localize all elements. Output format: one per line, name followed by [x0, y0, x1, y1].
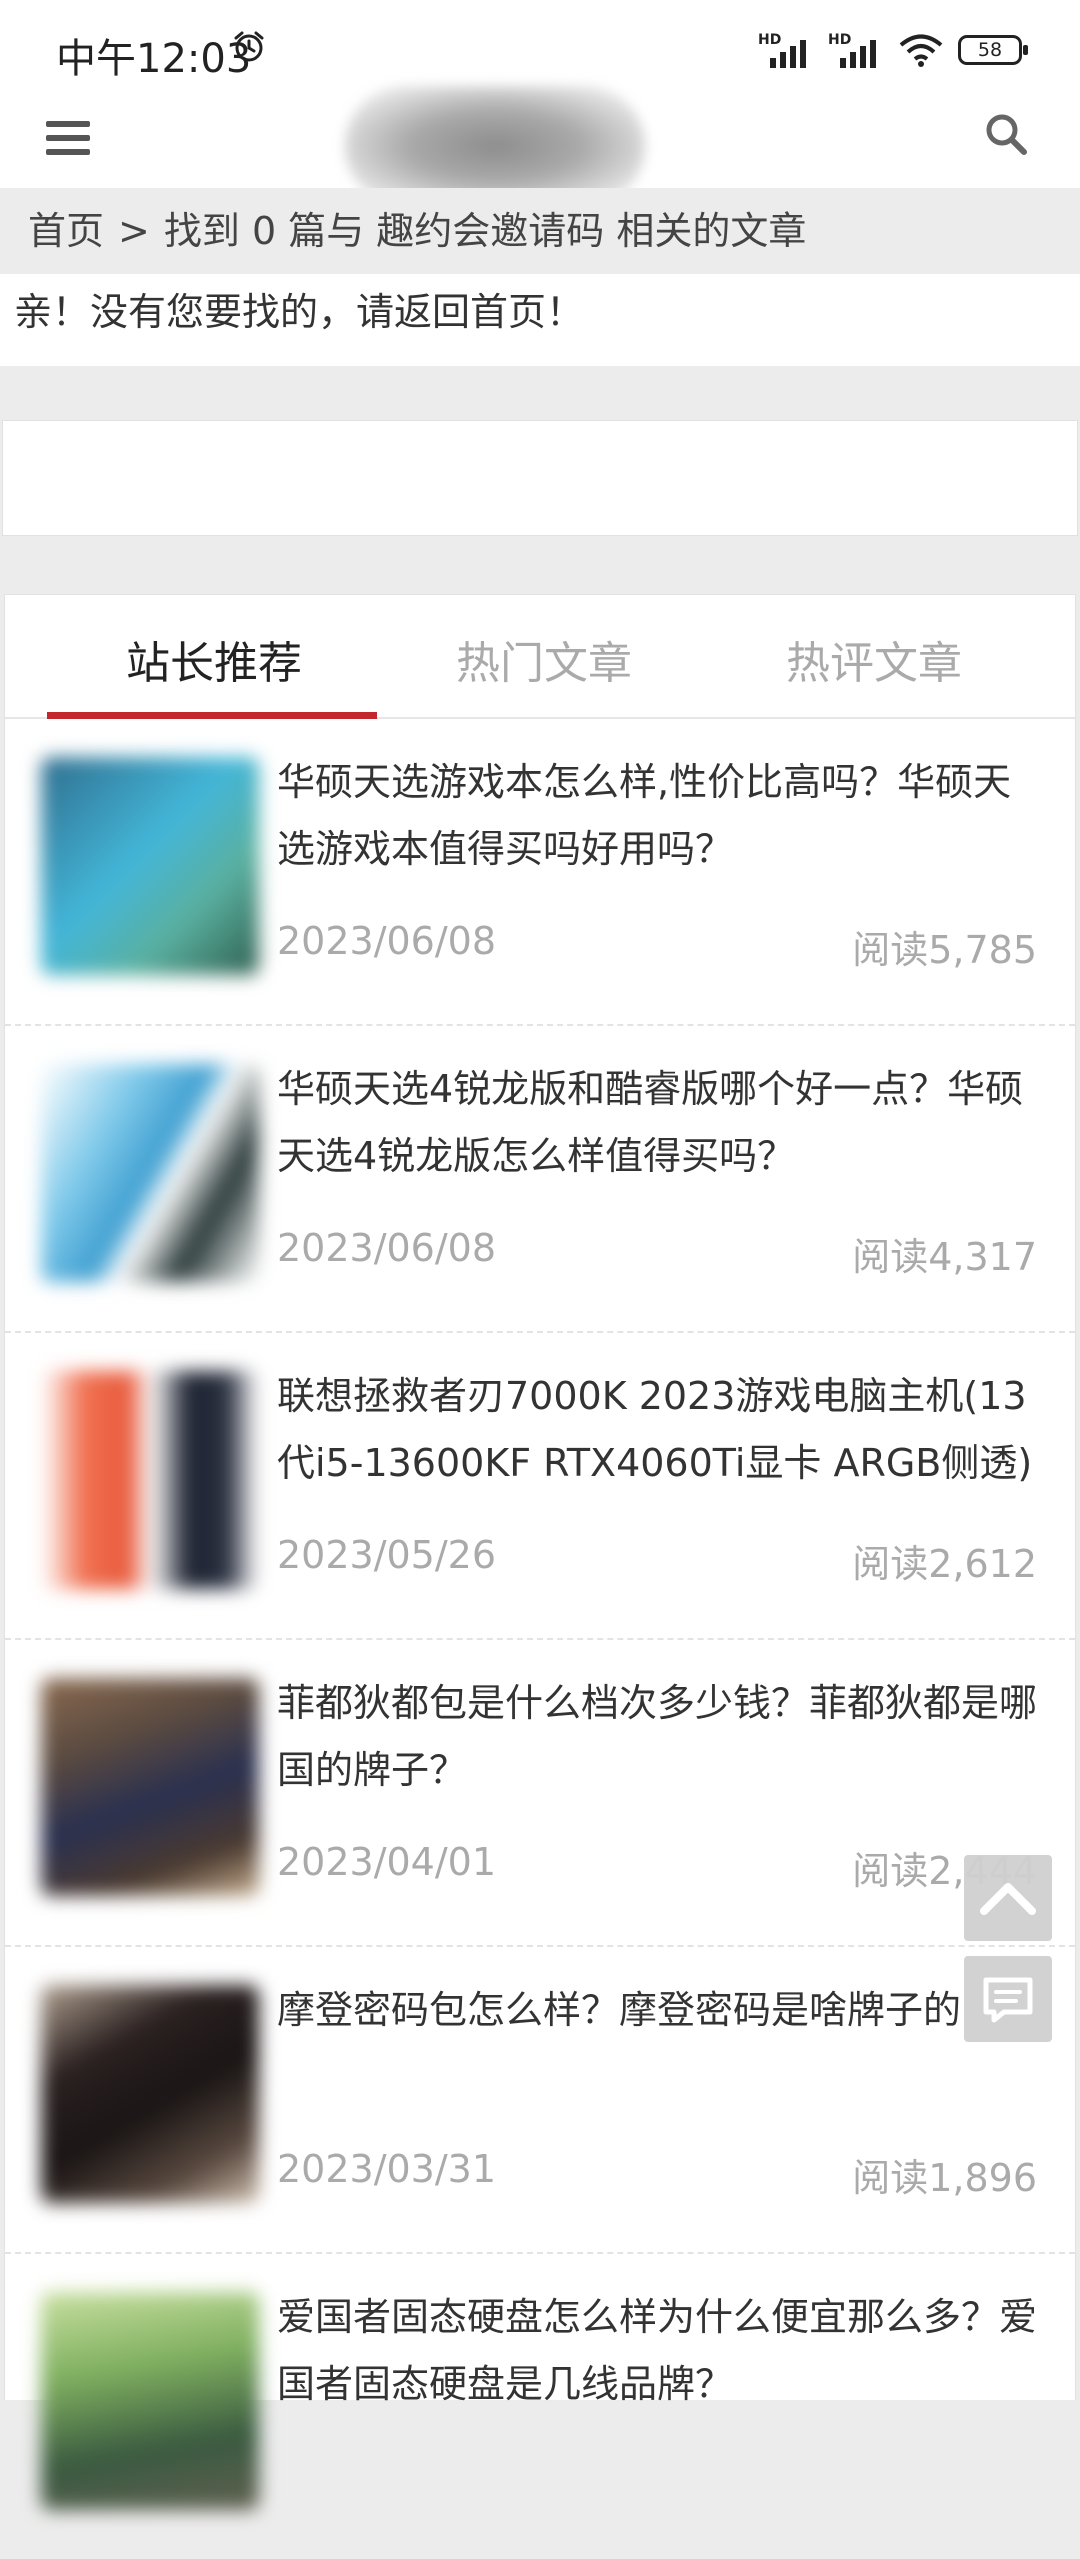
article-date: 2023/03/31 [277, 2147, 497, 2191]
article-item[interactable]: 联想拯救者刃7000K 2023游戏电脑主机(13代i5-13600KF RTX… [5, 1333, 1075, 1640]
status-bar: 中午12:03 HD HD 58 [0, 0, 1080, 96]
active-tab-indicator [47, 712, 377, 719]
empty-panel [2, 420, 1078, 536]
article-date: 2023/04/01 [277, 1840, 497, 1884]
article-item[interactable]: 华硕天选游戏本怎么样,性价比高吗？华硕天选游戏本值得买吗好用吗？ 2023/06… [5, 719, 1075, 1026]
breadcrumb-home-link[interactable]: 首页 [28, 209, 104, 253]
article-date: 2023/05/26 [277, 1533, 497, 1577]
site-header [0, 86, 1080, 206]
article-title[interactable]: 爱国者固态硬盘怎么样为什么便宜那么多？爱国者固态硬盘是几线品牌？ [277, 2284, 1037, 2418]
status-time: 中午12:03 [56, 36, 252, 82]
back-to-top-button[interactable] [964, 1855, 1052, 1941]
not-found-message: 亲！没有您要找的，请返回首页！ [0, 274, 1080, 366]
article-read-count: 阅读4,317 [852, 1235, 1037, 1279]
battery-icon: 58 [958, 35, 1028, 65]
breadcrumb-current: 找到 0 篇与 趣约会邀请码 相关的文章 [163, 209, 807, 253]
article-date: 2023/06/08 [277, 1226, 497, 1270]
article-title[interactable]: 联想拯救者刃7000K 2023游戏电脑主机(13代i5-13600KF RTX… [277, 1363, 1037, 1497]
article-read-count: 阅读5,785 [852, 928, 1037, 972]
article-title[interactable]: 华硕天选4锐龙版和酷睿版哪个好一点？华硕天选4锐龙版怎么样值得买吗？ [277, 1056, 1037, 1190]
breadcrumb: 首页 > 找到 0 篇与 趣约会邀请码 相关的文章 [0, 188, 1080, 274]
article-thumbnail[interactable] [41, 757, 259, 975]
hamburger-menu-icon[interactable] [46, 116, 90, 160]
article-title[interactable]: 摩登密码包怎么样？摩登密码是啥牌子的 [277, 1977, 1037, 2044]
wifi-icon [899, 34, 943, 67]
signal-icon: HD [828, 32, 884, 68]
tab-bar: 站长推荐 热门文章 热评文章 [5, 595, 1075, 719]
article-date: 2023/06/08 [277, 919, 497, 963]
signal-icon: HD [758, 32, 814, 68]
article-thumbnail[interactable] [41, 1371, 259, 1589]
tab-popular[interactable]: 热门文章 [379, 627, 709, 691]
article-item[interactable]: 摩登密码包怎么样？摩登密码是啥牌子的 2023/03/31 阅读1,896 [5, 1947, 1075, 2254]
recommend-widget: 站长推荐 热门文章 热评文章 华硕天选游戏本怎么样,性价比高吗？华硕天选游戏本值… [4, 594, 1076, 2510]
article-thumbnail[interactable] [41, 1985, 259, 2203]
article-item[interactable]: 华硕天选4锐龙版和酷睿版哪个好一点？华硕天选4锐龙版怎么样值得买吗？ 2023/… [5, 1026, 1075, 1333]
article-item[interactable]: 菲都狄都包是什么档次多少钱？菲都狄都是哪国的牌子？ 2023/04/01 阅读2… [5, 1640, 1075, 1947]
article-thumbnail[interactable] [41, 2292, 259, 2510]
alarm-icon [234, 31, 264, 62]
comment-button[interactable] [964, 1956, 1052, 2042]
status-indicators: HD HD 58 [758, 30, 1028, 70]
article-thumbnail[interactable] [41, 1064, 259, 1282]
article-title[interactable]: 华硕天选游戏本怎么样,性价比高吗？华硕天选游戏本值得买吗好用吗？ [277, 749, 1037, 883]
article-read-count: 阅读1,896 [852, 2156, 1037, 2200]
search-icon[interactable] [980, 108, 1032, 160]
comment-icon [983, 1977, 1033, 2023]
chevron-up-icon [980, 1883, 1036, 1915]
article-thumbnail[interactable] [41, 1678, 259, 1896]
breadcrumb-separator: > [118, 209, 150, 253]
article-item[interactable]: 爱国者固态硬盘怎么样为什么便宜那么多？爱国者固态硬盘是几线品牌？ [5, 2254, 1075, 2559]
article-title[interactable]: 菲都狄都包是什么档次多少钱？菲都狄都是哪国的牌子？ [277, 1670, 1037, 1804]
article-read-count: 阅读2,612 [852, 1542, 1037, 1586]
tab-recommended[interactable]: 站长推荐 [49, 627, 379, 691]
tab-most-commented[interactable]: 热评文章 [709, 627, 1039, 691]
